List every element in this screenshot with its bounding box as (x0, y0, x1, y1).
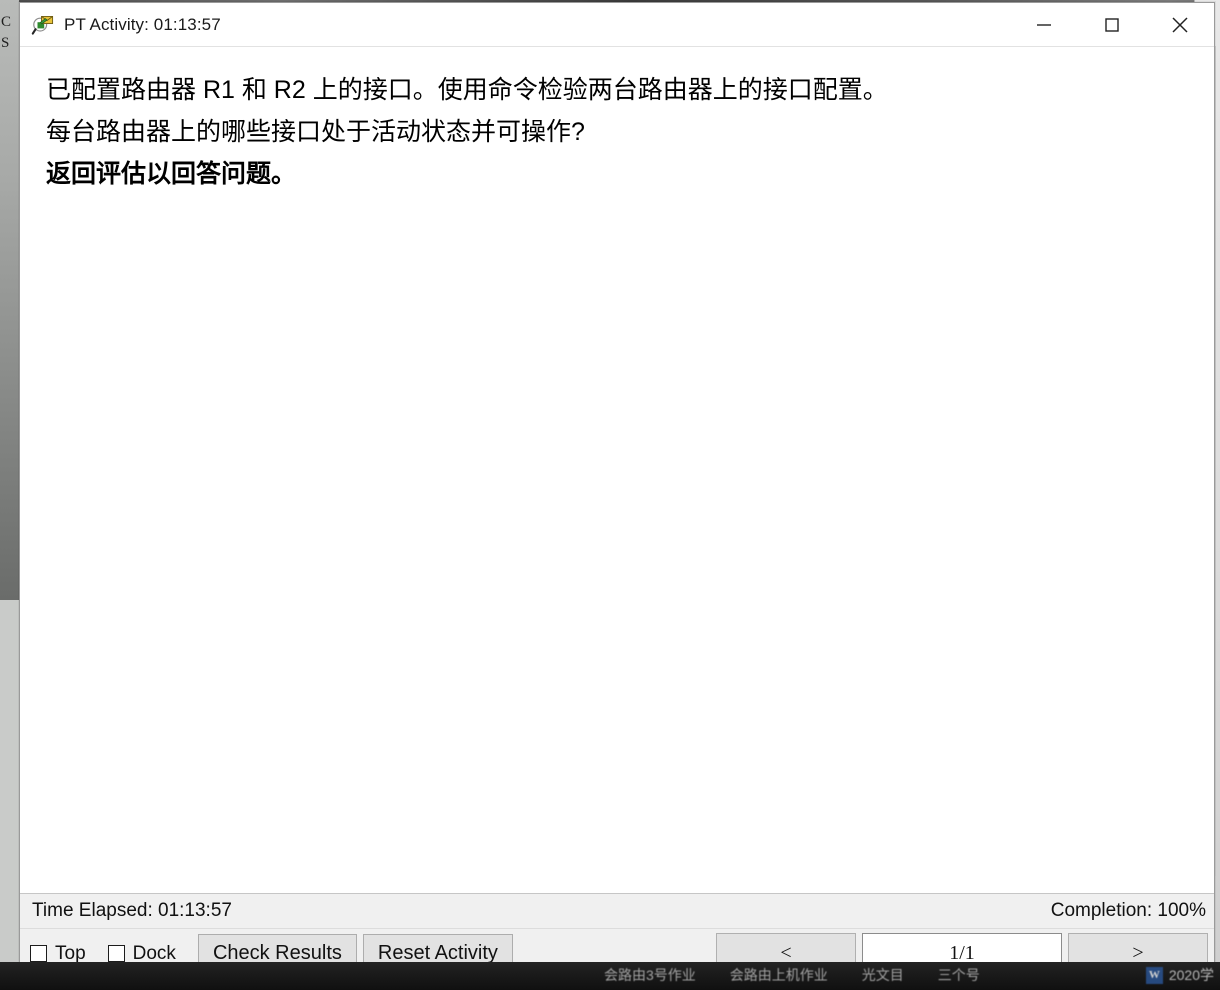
magnifier-envelope-icon (31, 13, 55, 37)
maximize-button[interactable] (1078, 3, 1146, 47)
taskbar-right-label[interactable]: 2020学 (1169, 965, 1214, 985)
desktop-background: C S % PT Activity: 01:13:57 (0, 0, 1220, 990)
maximize-icon (1105, 18, 1119, 32)
top-checkbox-box[interactable] (30, 945, 47, 962)
window-titlebar[interactable]: PT Activity: 01:13:57 (20, 3, 1214, 47)
background-window-left-strip (0, 0, 19, 600)
close-icon (1172, 17, 1188, 33)
taskbar-item[interactable]: 光文目 (862, 965, 904, 985)
taskbar-item[interactable]: 会路由上机作业 (730, 965, 828, 985)
window-controls (1010, 3, 1214, 47)
close-button[interactable] (1146, 3, 1214, 47)
activity-instructions-panel: 已配置路由器 R1 和 R2 上的接口。使用命令检验两台路由器上的接口配置。 每… (20, 47, 1214, 893)
windows-taskbar[interactable]: 会路由3号作业 会路由上机作业 光文目 三个号 W 2020学 (0, 962, 1220, 990)
minimize-icon (1037, 24, 1051, 26)
status-bar: Time Elapsed: 01:13:57 Completion: 100% (20, 893, 1214, 928)
instruction-line-3: 返回评估以回答问题。 (46, 160, 297, 188)
word-icon[interactable]: W (1145, 966, 1163, 984)
background-window-left: C S (0, 0, 19, 990)
taskbar-right-group: W 2020学 (1145, 965, 1214, 985)
window-title: PT Activity: 01:13:57 (64, 14, 221, 34)
taskbar-items: 会路由3号作业 会路由上机作业 光文目 三个号 (604, 965, 980, 985)
background-window-left-text: C S (1, 14, 12, 51)
instruction-line-2: 每台路由器上的哪些接口处于活动状态并可操作? (46, 118, 585, 146)
minimize-button[interactable] (1010, 3, 1078, 47)
instruction-line-1: 已配置路由器 R1 和 R2 上的接口。使用命令检验两台路由器上的接口配置。 (46, 76, 888, 104)
taskbar-item[interactable]: 三个号 (938, 965, 980, 985)
dock-checkbox-box[interactable] (107, 945, 125, 962)
taskbar-item[interactable]: 会路由3号作业 (604, 965, 696, 985)
time-elapsed-label: Time Elapsed: 01:13:57 (32, 900, 232, 921)
pt-activity-window: PT Activity: 01:13:57 已配置路由器 R1 和 R2 上的接… (19, 2, 1215, 979)
completion-label: Completion: 100% (1050, 900, 1206, 921)
